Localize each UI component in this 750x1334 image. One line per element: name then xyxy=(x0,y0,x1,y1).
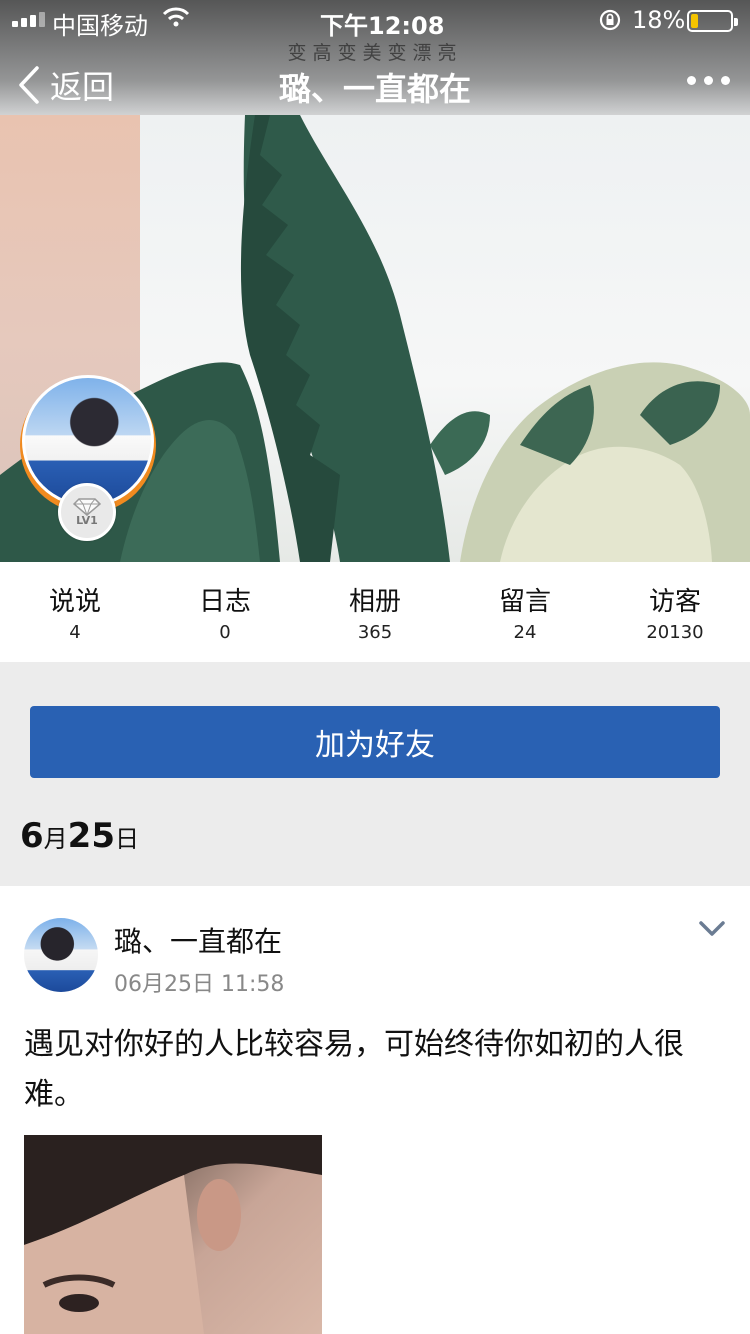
stat-value: 4 xyxy=(69,622,81,643)
clock: 下午12:08 xyxy=(320,12,445,40)
cover-watermark: 变高变美变漂亮 xyxy=(287,42,463,64)
level-label: LV1 xyxy=(76,513,98,527)
post-timestamp: 06月25日 11:58 xyxy=(114,972,285,997)
stat-label: 留言 xyxy=(498,587,551,617)
date-month: 6 xyxy=(20,816,44,856)
dot-icon xyxy=(687,76,696,85)
date-header: 6月25日 xyxy=(20,816,139,856)
stat-album[interactable]: 相册 365 xyxy=(300,562,450,662)
chevron-down-icon[interactable] xyxy=(698,920,726,942)
stat-shuoshuo[interactable]: 说说 4 xyxy=(0,562,150,662)
stat-messages[interactable]: 留言 24 xyxy=(450,562,600,662)
status-bar: 中国移动 下午12:08 18% xyxy=(0,0,750,40)
dot-icon xyxy=(721,76,730,85)
stat-label: 访客 xyxy=(648,587,701,617)
wifi-icon xyxy=(162,6,190,34)
date-month-unit: 月 xyxy=(43,825,68,853)
profile-page: 中国移动 下午12:08 18% 变高变美变漂亮 返回 璐、一直都在 LV1 说… xyxy=(0,0,750,1334)
post-avatar[interactable] xyxy=(24,918,98,992)
post-photo[interactable] xyxy=(24,1135,322,1334)
stats-bar: 说说 4 日志 0 相册 365 留言 24 访客 20130 xyxy=(0,562,750,662)
signal-icon xyxy=(12,12,45,27)
battery-icon xyxy=(687,10,738,32)
stat-blog[interactable]: 日志 0 xyxy=(150,562,300,662)
date-day-unit: 日 xyxy=(115,825,139,853)
dot-icon xyxy=(704,76,713,85)
carrier-label: 中国移动 xyxy=(52,12,148,40)
post-text: 遇见对你好的人比较容易，可始终待你如初的人很难。 xyxy=(24,1027,684,1112)
feed-post: 璐、一直都在 06月25日 11:58 遇见对你好的人比较容易，可始终待你如初的… xyxy=(0,886,750,1334)
post-author[interactable]: 璐、一直都在 xyxy=(114,920,282,960)
stat-visitors[interactable]: 访客 20130 xyxy=(600,562,750,662)
stat-label: 日志 xyxy=(198,587,251,617)
level-badge[interactable]: LV1 xyxy=(58,483,116,541)
stat-label: 相册 xyxy=(348,587,401,617)
stat-value: 0 xyxy=(219,622,231,643)
rotation-lock-icon xyxy=(598,8,622,38)
page-title: 璐、一直都在 xyxy=(278,70,471,108)
stat-value: 365 xyxy=(357,622,393,643)
battery-percent: 18% xyxy=(632,6,686,34)
add-friend-button[interactable]: 加为好友 xyxy=(30,706,720,778)
date-day: 25 xyxy=(67,816,115,856)
stat-label: 说说 xyxy=(48,587,101,617)
more-menu-button[interactable] xyxy=(687,76,730,85)
stat-value: 24 xyxy=(513,622,537,643)
stat-value: 20130 xyxy=(646,622,704,643)
cover-photo: 中国移动 下午12:08 18% 变高变美变漂亮 返回 璐、一直都在 LV1 xyxy=(0,0,750,562)
